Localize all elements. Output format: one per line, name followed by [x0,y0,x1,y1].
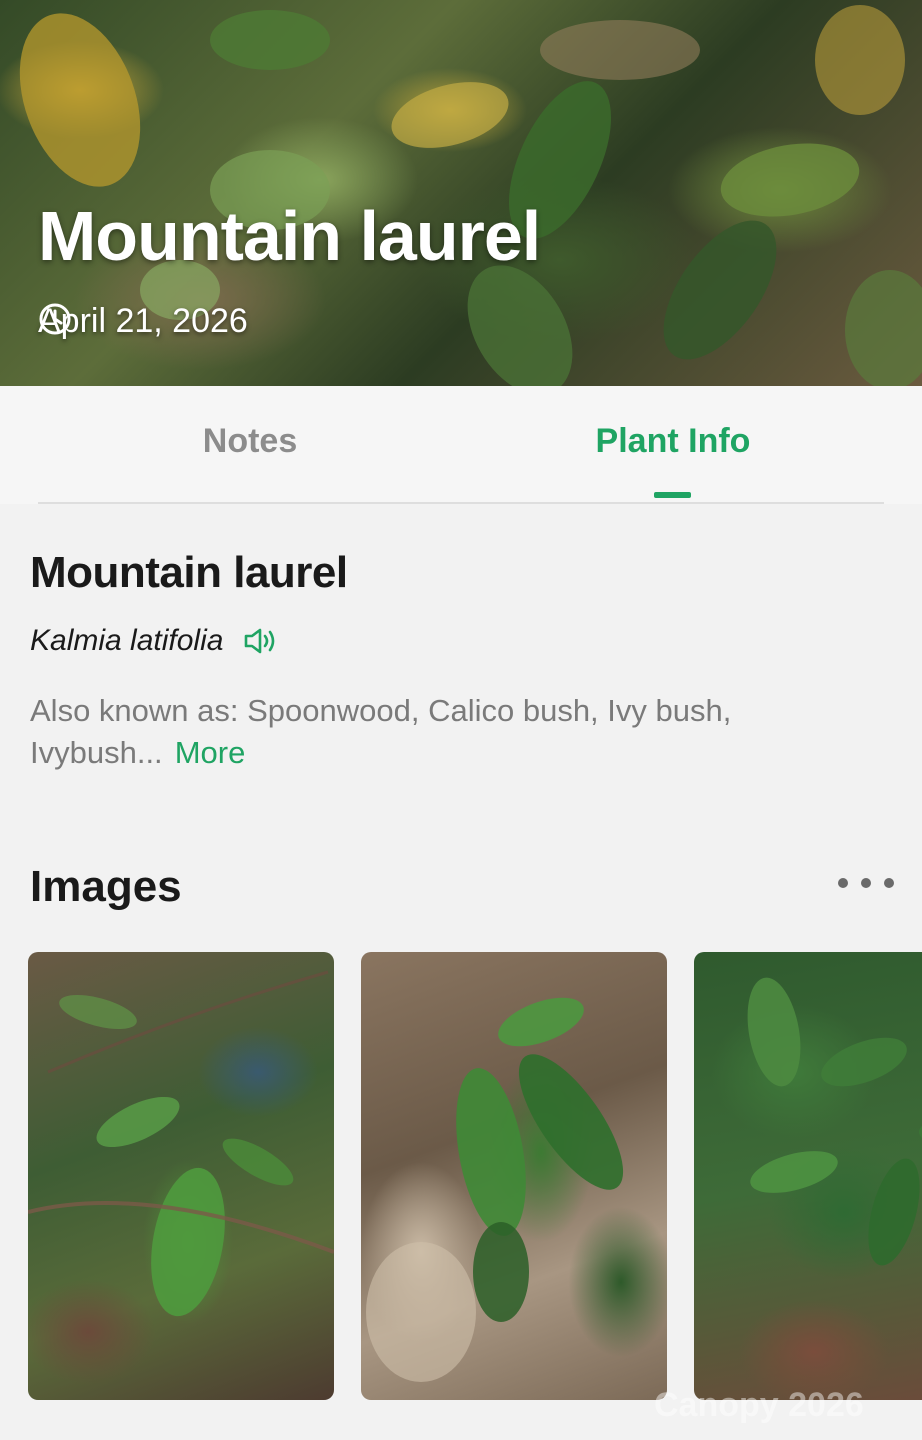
tab-divider [38,502,884,504]
hero-image: Mountain laurel April 21, 2026 [0,0,922,386]
date-row: April 21, 2026 [38,302,248,341]
page-title: Mountain laurel [38,197,541,275]
image-gallery[interactable] [0,952,922,1400]
scientific-name-row: Kalmia latifolia [30,624,279,658]
tab-bar: Notes Plant Info [0,386,922,504]
plant-image-thumbnail[interactable] [28,952,334,1400]
watermark: Canopy 2026 [654,1386,864,1424]
dot [884,878,894,888]
thumbnail-foliage [28,970,334,1317]
more-horizontal-icon[interactable] [838,868,894,898]
tab-notes[interactable]: Notes [150,422,350,461]
tab-plant-info[interactable]: Plant Info [560,422,786,461]
plant-image-thumbnail[interactable] [694,952,922,1400]
images-heading: Images [30,862,182,911]
thumbnail-foliage [366,997,624,1382]
active-tab-indicator [654,492,691,498]
thumbnail-foliage [747,977,922,1266]
common-name: Mountain laurel [30,548,348,597]
dot [861,878,871,888]
also-known-as-text: Also known as: Spoonwood, Calico bush, I… [30,693,732,770]
more-link[interactable]: More [175,735,246,770]
scientific-name: Kalmia latifolia [30,624,224,657]
speaker-icon[interactable] [243,626,279,656]
dot [838,878,848,888]
also-known-as: Also known as: Spoonwood, Calico bush, I… [30,690,890,774]
plant-image-thumbnail[interactable] [361,952,667,1400]
clock-icon [39,303,71,335]
